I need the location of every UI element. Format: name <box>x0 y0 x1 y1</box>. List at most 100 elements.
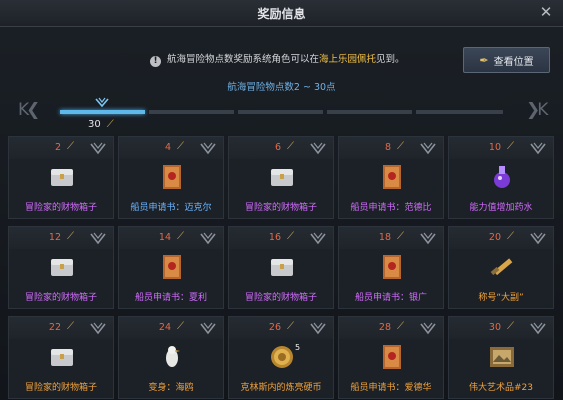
reward-name: 冒险家的财物箱子 <box>24 383 97 393</box>
chevron-badge-icon <box>420 142 436 155</box>
chevron-badge-icon <box>530 232 546 245</box>
telescope-icon: ⟋ <box>287 321 294 332</box>
crew-letter-icon[interactable] <box>377 162 407 192</box>
chevron-badge-icon <box>200 322 216 335</box>
coin-icon[interactable] <box>267 342 297 372</box>
required-points: 20 <box>488 232 501 243</box>
reward-slot[interactable]: 18 ⟋ 船员申请书：银广 <box>338 226 444 309</box>
chevron-badge-icon <box>310 232 326 245</box>
telescope-icon: ⟋ <box>67 141 74 152</box>
reward-slot[interactable]: 8 ⟋ 船员申请书：范德比 <box>338 136 444 219</box>
reward-name: 能力值增加药水 <box>469 203 533 213</box>
reward-name: 克林斯内的炼亮硬币 <box>240 383 322 393</box>
chest-icon[interactable] <box>267 162 297 192</box>
reward-name: 船员申请书：爱德华 <box>350 383 432 393</box>
reward-slot[interactable]: 26 ⟋ 5 克林斯内的炼亮硬币 <box>228 316 334 399</box>
chevron-badge-icon <box>530 142 546 155</box>
reward-name: 船员申请书：夏利 <box>134 293 207 303</box>
reward-slot[interactable]: 28 ⟋ 船员申请书：爱德华 <box>338 316 444 399</box>
reward-slot[interactable]: 24 ⟋ 变身：海鸥 <box>118 316 224 399</box>
telescope-icon: ⟋ <box>67 321 74 332</box>
reward-name: 船员申请书：迈克尔 <box>130 203 212 213</box>
current-points: 30 ⟋ <box>88 119 114 130</box>
reward-name: 冒险家的财物箱子 <box>24 293 97 303</box>
telescope-icon: ⟋ <box>287 231 294 242</box>
telescope-icon: ⟋ <box>67 231 74 242</box>
progress-segment-1 <box>60 110 145 114</box>
reward-slot[interactable]: 16 ⟋ 冒险家的财物箱子 <box>228 226 334 309</box>
title-bar: 奖励信息 ✕ <box>0 0 563 27</box>
info-icon: ! <box>150 56 161 67</box>
chevron-badge-icon <box>530 322 546 335</box>
reward-slot[interactable]: 12 ⟋ 冒险家的财物箱子 <box>8 226 114 309</box>
reward-slot[interactable]: 30 ⟋ 伟大艺术品#23 <box>448 316 554 399</box>
progress-segment-5 <box>416 110 503 114</box>
reward-name: 船员申请书：范德比 <box>350 203 432 213</box>
points-range-label: 航海冒险物点数2 ~ 30点 <box>227 82 336 93</box>
close-icon[interactable]: ✕ <box>537 3 555 21</box>
telescope-icon: ⟋ <box>397 231 404 242</box>
prev-arrow-icon[interactable]: K❮ <box>18 100 40 120</box>
painting-icon[interactable] <box>487 342 517 372</box>
required-points: 28 <box>378 322 391 333</box>
reward-slot[interactable]: 22 ⟋ 冒险家的财物箱子 <box>8 316 114 399</box>
telescope-icon: ⟋ <box>507 321 514 332</box>
required-points: 14 <box>158 232 171 243</box>
reward-name: 伟大艺术品#23 <box>469 383 533 393</box>
reward-slot[interactable]: 4 ⟋ 船员申请书：迈克尔 <box>118 136 224 219</box>
potion-icon[interactable] <box>487 162 517 192</box>
reward-slot[interactable]: 14 ⟋ 船员申请书：夏利 <box>118 226 224 309</box>
telescope-icon[interactable] <box>487 252 517 282</box>
info-notice: ! 航海冒险物点数奖励系统角色可以在海上乐园佩托见到。 <box>150 51 405 67</box>
required-points: 8 <box>384 142 391 153</box>
reward-name: 船员申请书：银广 <box>354 293 427 303</box>
chest-icon[interactable] <box>267 252 297 282</box>
crew-letter-icon[interactable] <box>377 252 407 282</box>
reward-slot[interactable]: 20 ⟋ 称号“大副” <box>448 226 554 309</box>
chest-icon[interactable] <box>47 162 77 192</box>
required-points: 30 <box>488 322 501 333</box>
required-points: 16 <box>268 232 281 243</box>
required-points: 10 <box>488 142 501 153</box>
crew-letter-icon[interactable] <box>157 252 187 282</box>
required-points: 2 <box>54 142 61 153</box>
chevron-badge-icon <box>200 142 216 155</box>
reward-slot[interactable]: 6 ⟋ 冒险家的财物箱子 <box>228 136 334 219</box>
quill-icon: ✒ <box>479 53 489 67</box>
chevron-badge-icon <box>90 142 106 155</box>
current-points-value: 30 <box>88 119 101 130</box>
chevron-badge-icon <box>310 322 326 335</box>
chevron-badge-icon <box>200 232 216 245</box>
view-location-button[interactable]: ✒ 查看位置 <box>463 47 550 73</box>
crew-letter-icon[interactable] <box>157 162 187 192</box>
progress-marker-icon <box>95 97 109 108</box>
crew-letter-icon[interactable] <box>377 342 407 372</box>
notice-prefix: 航海冒险物点数奖励系统角色可以在 <box>167 54 320 65</box>
chevron-badge-icon <box>420 232 436 245</box>
required-points: 22 <box>48 322 61 333</box>
telescope-icon: ⟋ <box>177 231 184 242</box>
item-count: 5 <box>295 343 301 352</box>
reward-name: 冒险家的财物箱子 <box>24 203 97 213</box>
required-points: 24 <box>158 322 171 333</box>
required-points: 18 <box>378 232 391 243</box>
reward-name: 冒险家的财物箱子 <box>244 203 317 213</box>
reward-slot[interactable]: 10 ⟋ 能力值增加药水 <box>448 136 554 219</box>
telescope-icon: ⟋ <box>177 321 184 332</box>
telescope-icon: ⟋ <box>397 141 404 152</box>
progress-segment-3 <box>238 110 323 114</box>
reward-name: 变身：海鸥 <box>148 383 194 393</box>
next-arrow-icon[interactable]: ❯K <box>526 100 548 120</box>
required-points: 26 <box>268 322 281 333</box>
seagull-icon[interactable] <box>157 342 187 372</box>
chevron-badge-icon <box>90 322 106 335</box>
reward-slot[interactable]: 2 ⟋ 冒险家的财物箱子 <box>8 136 114 219</box>
progress-segment-4 <box>327 110 412 114</box>
telescope-icon: ⟋ <box>287 141 294 152</box>
chest-icon[interactable] <box>47 252 77 282</box>
chest-icon[interactable] <box>47 342 77 372</box>
telescope-icon: ⟋ <box>106 119 114 130</box>
chevron-badge-icon <box>310 142 326 155</box>
telescope-icon: ⟋ <box>507 231 514 242</box>
telescope-icon: ⟋ <box>397 321 404 332</box>
